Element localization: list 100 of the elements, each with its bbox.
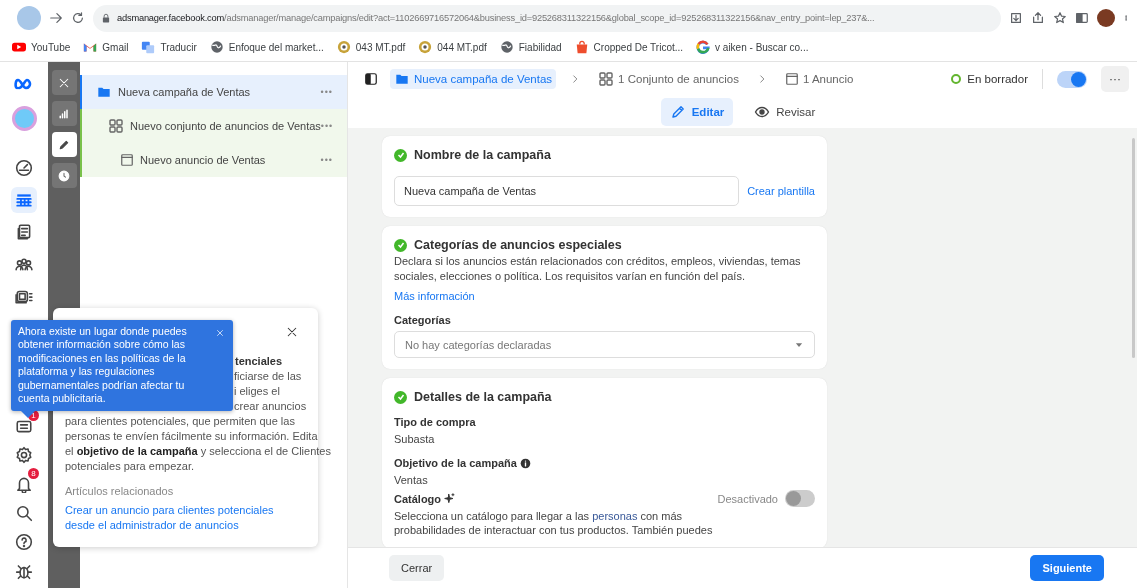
close-icon[interactable] bbox=[286, 326, 298, 338]
toggle-switch[interactable] bbox=[785, 490, 815, 507]
card-title: Categorías de anuncios especiales bbox=[414, 238, 622, 252]
card-title: Nombre de la campaña bbox=[414, 148, 551, 162]
eye-icon bbox=[754, 104, 771, 120]
card-title: Detalles de la campaña bbox=[414, 390, 552, 404]
side-panel-icon[interactable] bbox=[1075, 11, 1089, 25]
breadcrumb-link[interactable]: 1 Conjunto de anuncios bbox=[594, 68, 743, 90]
field-label: Catálogo bbox=[394, 492, 442, 505]
category-dropdown[interactable]: No hay categorías declaradas bbox=[394, 331, 815, 358]
pages-icon bbox=[15, 223, 33, 241]
tab[interactable]: Editar bbox=[660, 98, 734, 126]
clock-icon bbox=[58, 169, 70, 182]
toggle-switch[interactable] bbox=[1057, 70, 1087, 88]
bar-chart-icon bbox=[58, 107, 70, 120]
close-icon bbox=[58, 76, 70, 89]
status-label: En borrador bbox=[967, 73, 1028, 85]
tree-item-label: Nuevo anuncio de Ventas bbox=[140, 154, 267, 166]
popover-text: ficiarse de las bbox=[234, 369, 302, 384]
bookmark-link[interactable]: v aiken - Buscar co... bbox=[715, 41, 809, 53]
folder-icon bbox=[394, 72, 410, 86]
more-button[interactable]: ··· bbox=[1101, 66, 1129, 92]
search-icon bbox=[15, 504, 33, 522]
bookmark-link[interactable]: Traducir bbox=[160, 41, 197, 53]
shopping-bag-icon[interactable] bbox=[574, 40, 589, 54]
tree-item[interactable]: Nuevo anuncio de Ventas ••• bbox=[80, 143, 347, 177]
bookmark-link[interactable]: Gmail bbox=[102, 41, 129, 53]
notifications-icon bbox=[15, 475, 33, 493]
bookmark-link[interactable]: 043 MT.pdf bbox=[355, 41, 406, 53]
tree-item-label: Nueva campaña de Ventas bbox=[118, 86, 252, 98]
help-text: para clientes potenciales, que permiten que las personas te envíen fácilmente su información. Edita el objetivo de la campaña y selecciona el de Clientes potenciales para empezar. bbox=[65, 414, 331, 474]
popover-title: tenciales bbox=[235, 354, 283, 369]
field-value: Subasta bbox=[394, 433, 436, 445]
disc-icon[interactable] bbox=[418, 40, 433, 54]
notification-badge: 8 bbox=[28, 468, 39, 479]
description-text: Declara si los anuncios están relacionados con créditos, empleos, viviendas, temas sociales, elecciones o política. Los requisitos varían en función del país. bbox=[394, 254, 802, 284]
catalog-description: Selecciona un catálogo para llegar a las personas con más probabilidades de interactuar con tus productos. También puedes bbox=[394, 509, 714, 537]
google-g-icon[interactable] bbox=[696, 40, 711, 54]
disc-icon[interactable] bbox=[336, 40, 351, 54]
info-icon bbox=[519, 457, 531, 469]
tooltip-text: Ahora existe un lugar donde puedes obtener información sobre cómo las modificaciones en las políticas de la plataforma y las regulaciones gubernamentales podrían afectar tu cuenta publicitaria. bbox=[18, 325, 188, 406]
share-icon[interactable] bbox=[1031, 11, 1045, 25]
address-bar[interactable]: adsmanager.facebook.com/adsmanager/manage/campaigns/edit?act=1102669716572064&business_id=925268311322156&global_scope_id=925268311322156&nav_entry_point=lep_237&... bbox=[93, 4, 1001, 32]
next-button[interactable]: Siguiente bbox=[1030, 555, 1104, 581]
forward-icon[interactable] bbox=[49, 11, 63, 25]
gauge-icon bbox=[15, 159, 33, 177]
translate-icon[interactable] bbox=[141, 40, 156, 54]
install-icon[interactable] bbox=[1009, 11, 1023, 25]
bug-icon bbox=[15, 562, 33, 580]
field-label: Objetivo de la campaña bbox=[394, 457, 517, 469]
sparkle-icon bbox=[444, 493, 456, 504]
bookmark-link[interactable]: 044 MT.pdf bbox=[437, 41, 487, 53]
pencil-icon bbox=[669, 104, 686, 120]
persons-link[interactable]: personas bbox=[592, 510, 638, 522]
bookmark-link[interactable]: YouTube bbox=[31, 41, 71, 53]
field-label: Tipo de compra bbox=[394, 416, 476, 428]
lock-icon bbox=[101, 12, 111, 24]
popover-text: i eliges el bbox=[234, 384, 280, 399]
ad-frame-icon bbox=[120, 153, 134, 167]
people-icon bbox=[14, 255, 34, 273]
video-play-icon[interactable] bbox=[12, 41, 26, 53]
tree-item[interactable]: Nuevo conjunto de anuncios de Ventas••• bbox=[80, 109, 347, 143]
settings-icon bbox=[15, 446, 33, 464]
grid-icon bbox=[108, 118, 124, 134]
tab[interactable]: Revisar bbox=[745, 98, 825, 126]
field-label: Categorías bbox=[394, 314, 452, 326]
tool-button[interactable] bbox=[51, 70, 77, 95]
toggle-label: Desactivado bbox=[717, 492, 778, 505]
side-panel-icon bbox=[364, 72, 378, 86]
nav-button[interactable] bbox=[11, 187, 37, 213]
close-button[interactable]: Cerrar bbox=[389, 555, 445, 581]
dropdown-placeholder: No hay categorías declaradas bbox=[405, 338, 552, 351]
avatar[interactable] bbox=[1097, 9, 1115, 27]
ad-frame-icon bbox=[784, 72, 799, 86]
grid-icon bbox=[598, 71, 615, 87]
bookmark-link[interactable]: Fiabilidad bbox=[518, 41, 562, 53]
scrollbar[interactable] bbox=[1132, 138, 1135, 358]
mail-icon[interactable] bbox=[83, 41, 98, 53]
tree-item[interactable]: Nueva campaña de Ventas ••• bbox=[80, 75, 347, 109]
tool-button[interactable] bbox=[51, 101, 77, 126]
bookmark-link[interactable]: Cropped De Tricot... bbox=[593, 41, 684, 53]
breadcrumb-link[interactable]: Nueva campaña de Ventas bbox=[390, 69, 557, 89]
breadcrumb-link[interactable]: 1 Anuncio bbox=[780, 69, 858, 89]
tool-button[interactable] bbox=[51, 132, 77, 157]
globe-icon[interactable] bbox=[209, 40, 224, 54]
star-icon[interactable] bbox=[1053, 11, 1067, 25]
popover-text: crear anuncios bbox=[234, 399, 307, 414]
nav-button[interactable]: 8 bbox=[11, 471, 37, 497]
folder-icon bbox=[96, 85, 112, 99]
reload-icon[interactable] bbox=[71, 11, 85, 25]
field-value: Ventas bbox=[394, 474, 429, 486]
globe-icon[interactable] bbox=[499, 40, 514, 54]
more-info-link[interactable]: Más información bbox=[394, 290, 815, 302]
pencil-icon bbox=[58, 138, 70, 151]
bookmark-link[interactable]: Enfoque del market... bbox=[228, 41, 324, 53]
tool-button[interactable] bbox=[51, 163, 77, 188]
name-input-field[interactable]: Nueva campaña de Ventas bbox=[394, 176, 740, 206]
template-link[interactable]: Crear plantilla bbox=[747, 185, 815, 197]
article-link[interactable]: Crear un anuncio para clientes potenciales desde el administrador de anuncios bbox=[65, 503, 306, 533]
related-articles-label: Artículos relacionados bbox=[65, 484, 175, 499]
